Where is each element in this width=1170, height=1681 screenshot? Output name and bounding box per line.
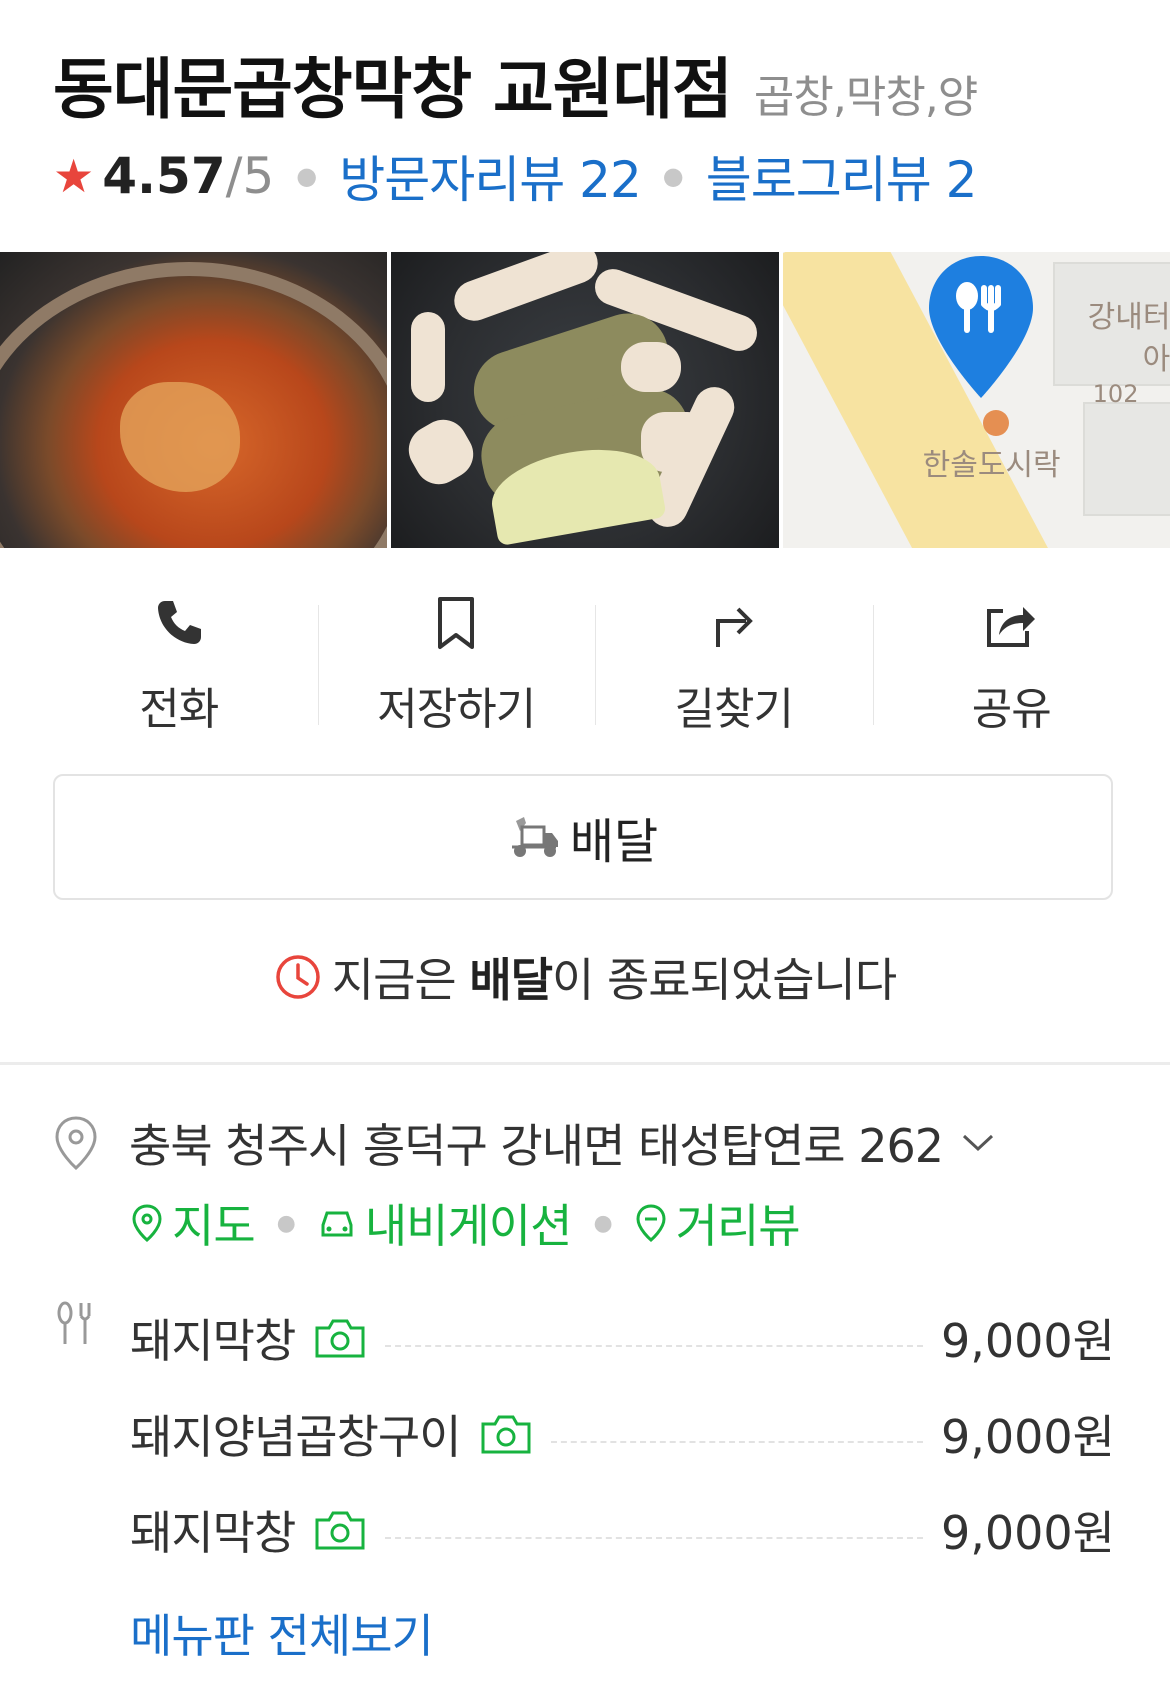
dotted-leader [550,1441,923,1443]
star-icon: ★ [53,149,95,203]
address-text: 충북 청주시 흥덕구 강내면 태성탑연로 262 [129,1119,944,1173]
separator-dot: ● [276,1210,296,1236]
fork-knife-icon [57,1301,91,1344]
clock-icon [276,955,320,999]
share-label: 공유 [971,684,1052,735]
save-button[interactable]: 저장하기 [317,595,596,737]
save-label: 저장하기 [377,684,536,735]
map-label: 아 [1142,342,1170,377]
menu-item-price: 9,000원 [940,1506,1115,1560]
menu-item-name: 돼지막창 [130,1506,296,1560]
menu-item-name: 돼지양념곱창구이 [130,1410,462,1464]
menu-list: 돼지막창 9,000원 돼지양념곱창구이 9,000원 돼지막창 9,000원 [130,1290,1115,1578]
street-view-link-label: 거리뷰 [675,1199,801,1253]
blog-reviews-link[interactable]: 블로그리뷰 2 [706,140,978,212]
delivery-status-prefix: 지금은 [331,953,470,1007]
delivery-status-suffix: 이 종료되었습니다 [552,953,897,1007]
view-full-menu-link[interactable]: 메뉴판 전체보기 [130,1600,434,1666]
share-button[interactable]: 공유 [872,595,1151,737]
food-photo-grill[interactable] [391,252,779,548]
separator-dot: ● [662,162,684,190]
section-divider [0,1062,1170,1065]
visitor-reviews-link[interactable]: 방문자리뷰 22 [339,140,642,212]
place-category: 곱창,막창,양 [753,72,978,123]
map-pin-icon [132,1204,162,1242]
dotted-leader [385,1537,923,1539]
map-link-label: 지도 [172,1199,256,1253]
address-row[interactable]: 충북 청주시 흥덕구 강내면 태성탑연로 262 [53,1110,995,1176]
poi-food-icon [982,410,1009,436]
chevron-down-icon[interactable] [961,1132,995,1154]
call-button[interactable]: 전화 [40,595,318,737]
action-bar: 전화 저장하기 길찾기 공유 [40,595,1150,737]
delivery-button[interactable]: 배달 [53,774,1113,900]
car-icon [321,1211,353,1237]
separator-dot: ● [593,1210,612,1236]
bookmark-icon [438,597,475,649]
directions-icon [715,607,753,647]
map-link[interactable]: 지도 [130,1190,256,1256]
title-row: 동대문곱창막창 교원대점 곱창,막창,양 [53,36,978,132]
menu-item-price: 9,000원 [940,1314,1115,1368]
delivery-status-bold: 배달 [469,953,553,1007]
dotted-leader [385,1345,923,1347]
directions-button[interactable]: 길찾기 [595,595,873,737]
menu-item-price: 9,000원 [940,1410,1115,1464]
delivery-truck-icon [511,817,558,857]
street-view-icon [636,1204,666,1242]
camera-icon[interactable] [313,1316,367,1360]
share-icon [987,607,1036,647]
map-label: 강내터 [1087,300,1170,335]
camera-icon[interactable] [479,1412,533,1456]
directions-label: 길찾기 [674,684,794,735]
menu-item[interactable]: 돼지양념곱창구이 9,000원 [130,1386,1115,1482]
delivery-status: 지금은 배달 이 종료되었습니다 [0,944,1170,1010]
call-label: 전화 [139,684,219,735]
map-label: 한솔도시락 [922,448,1061,483]
delivery-button-label: 배달 [569,814,659,870]
phone-icon [157,601,201,644]
rating-row: ★ 4.57 /5 ● 방문자리뷰 22 ● 블로그리뷰 2 [53,140,978,212]
street-view-link[interactable]: 거리뷰 [634,1190,801,1256]
menu-item-name: 돼지막창 [130,1314,296,1368]
navigation-link-label: 내비게이션 [364,1199,573,1253]
photo-strip: 강내터 아 102 한솔도시락 [0,252,1170,548]
restaurant-pin-icon [928,256,1033,398]
menu-item[interactable]: 돼지막창 9,000원 [130,1482,1115,1578]
location-map-thumbnail[interactable]: 강내터 아 102 한솔도시락 [782,252,1170,548]
map-links: 지도 ● 내비게이션 ● 거리뷰 [130,1190,801,1256]
navigation-link[interactable]: 내비게이션 [317,1190,572,1256]
location-pin-icon [55,1116,97,1171]
menu-item[interactable]: 돼지막창 9,000원 [130,1290,1115,1386]
rating-score: 4.57 [102,147,226,205]
camera-icon[interactable] [313,1508,367,1552]
place-title: 동대문곱창막창 교원대점 [53,51,733,128]
food-photo-stew[interactable] [0,252,388,548]
separator-dot: ● [296,162,318,190]
map-label: 102 [1092,380,1139,408]
rating-max: /5 [225,147,275,205]
